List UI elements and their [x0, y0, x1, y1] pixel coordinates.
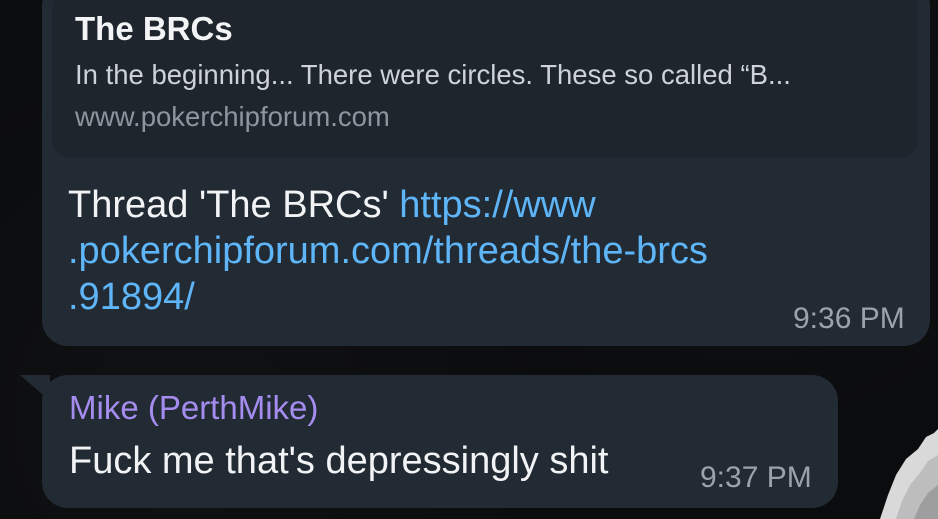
message-text: Thread 'The BRCs' https://www .pokerchipf… — [68, 182, 828, 320]
chat-view: The BRCs In the beginning... There were … — [0, 0, 938, 519]
link-preview-title[interactable]: The BRCs — [75, 10, 233, 48]
message-text: Fuck me that's depressingly shit — [69, 440, 609, 482]
message-link-part[interactable]: .pokerchipforum.com/threads/the-brcs — [68, 230, 708, 272]
message-timestamp: 9:37 PM — [700, 461, 812, 494]
link-preview-site: www.pokerchipforum.com — [75, 101, 390, 132]
message-link-part[interactable]: .91894/ — [68, 276, 195, 318]
message-text-prefix: Thread 'The BRCs' — [68, 184, 400, 226]
message-timestamp: 9:36 PM — [793, 302, 905, 335]
sender-name[interactable]: Mike (PerthMike) — [69, 389, 318, 427]
link-preview-description: In the beginning... There were circles. … — [75, 59, 791, 90]
message-link-part[interactable]: https://www — [399, 184, 595, 226]
background-pattern — [880, 429, 938, 519]
